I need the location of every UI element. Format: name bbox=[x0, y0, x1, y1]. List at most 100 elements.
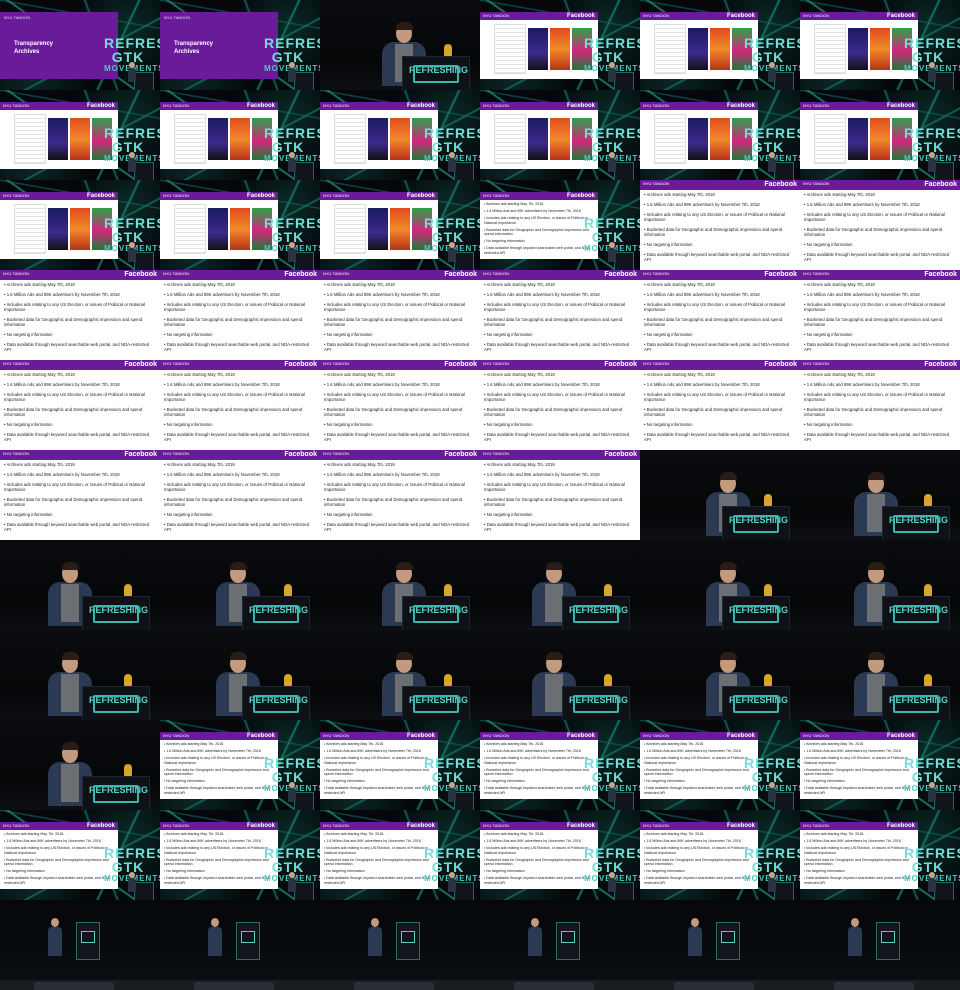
slide-bullet: Includes ads relating to any US Election… bbox=[484, 482, 636, 492]
slide-header-bar: NYU TANDON Facebook bbox=[800, 102, 918, 110]
slide-bullets: Archives ads starting May 7th, 2018 1.6 M… bbox=[640, 830, 758, 890]
tiny-speaker bbox=[288, 782, 296, 802]
slide-bullet: 1.6 Million Ads and 89K advertisers by N… bbox=[484, 209, 594, 213]
podium: REFRESHING bbox=[242, 596, 310, 630]
slide-bullet: Data available through keyword searchabl… bbox=[484, 786, 594, 794]
slide-bullet: 1.6 Million Ads and 89K advertisers by N… bbox=[164, 472, 316, 477]
facebook-slide: NYU TANDONFacebookArchives ads starting … bbox=[800, 822, 918, 889]
tiny-speaker bbox=[928, 152, 936, 172]
event-logo: REFRESHINGGTKMOVEMENTS bbox=[104, 846, 160, 883]
tiny-podium bbox=[614, 882, 634, 900]
slide-bullet: Includes ads relating to any US Election… bbox=[164, 392, 316, 402]
facebook-photo-slide: NYU TANDON Facebook bbox=[640, 102, 758, 169]
podium: REFRESHING bbox=[242, 686, 310, 720]
facebook-slide: NYU TANDONFacebookArchives ads starting … bbox=[640, 732, 758, 799]
slide-bullet: 1.6 Million Ads and 89K advertisers by N… bbox=[804, 202, 956, 207]
video-frame: REFRESHING bbox=[480, 540, 640, 630]
slide-bullet: No targeting information bbox=[164, 332, 316, 337]
slide-brand: NYU TANDON bbox=[323, 451, 350, 456]
facebook-slide: NYU TANDONFacebookArchives ads starting … bbox=[320, 270, 480, 359]
slide-bullets: Archives ads starting May 7th, 2018 1.6 M… bbox=[800, 740, 918, 800]
video-frame: NYU TANDONFacebookArchives ads starting … bbox=[640, 270, 800, 360]
video-frame: NYU TANDONFacebookArchives ads starting … bbox=[480, 450, 640, 540]
slide-brand: NYU TANDON bbox=[643, 271, 670, 276]
slide-bullets: Archives ads starting May 7th, 2018 1.6 M… bbox=[480, 200, 598, 260]
podium: REFRESHING bbox=[722, 506, 790, 540]
slide-bullet: Includes ads relating to any US Election… bbox=[644, 302, 796, 312]
slide-bullet: Data available through keyword searchabl… bbox=[484, 246, 594, 254]
video-frame: REFRESHING bbox=[0, 720, 160, 810]
speaker-hair bbox=[229, 562, 247, 570]
podium-wide bbox=[396, 922, 420, 960]
video-frame: NYU TANDON Transparency Archives REFRESHING… bbox=[160, 0, 320, 90]
slide-bullets: Archives ads starting May 7th, 2018 1.6 M… bbox=[480, 280, 640, 359]
slide-bullet: Bucketed data for Geographic and Demogra… bbox=[484, 228, 594, 236]
slide-title: Transparency Archives bbox=[14, 40, 53, 56]
slide-bullet: Includes ads relating to any US Election… bbox=[804, 212, 956, 222]
ad-image bbox=[390, 118, 410, 160]
slide-brand: NYU TANDON bbox=[163, 271, 190, 276]
slide-bullets: Archives ads starting May 7th, 2018 1.6 M… bbox=[160, 280, 320, 359]
event-logo: REFRESHINGGTKMOVEMENTS bbox=[744, 846, 800, 883]
video-frame: NYU TANDONFacebookArchives ads starting … bbox=[640, 720, 800, 810]
slide-bullet: Data available through keyword searchabl… bbox=[4, 876, 114, 884]
slide-bullet: Includes ads relating to any US Election… bbox=[484, 846, 594, 854]
video-frame bbox=[320, 900, 480, 990]
facebook-slide: NYU TANDONFacebookArchives ads starting … bbox=[640, 180, 800, 269]
slide-bullet: Archives ads starting May 7th, 2018 bbox=[484, 462, 636, 467]
archive-screenshot bbox=[174, 114, 206, 164]
event-logo-line2: GTK bbox=[271, 859, 305, 875]
event-logo: REFRESHINGGTKMOVEMENTS bbox=[584, 36, 640, 73]
facebook-photo-slide: NYU TANDON Facebook bbox=[800, 102, 918, 169]
slide-bullet: Bucketed data for Geographic and Demogra… bbox=[4, 407, 156, 417]
slide-heading: Facebook bbox=[406, 733, 435, 739]
video-frame bbox=[0, 900, 160, 990]
slide-heading: Facebook bbox=[246, 733, 275, 739]
slide-bullets: Archives ads starting May 7th, 2018 1.6 M… bbox=[800, 830, 918, 890]
slide-header-bar: NYU TANDON Facebook bbox=[320, 822, 438, 830]
event-logo-line2: GTK bbox=[111, 139, 145, 155]
video-frame: NYU TANDONFacebookArchives ads starting … bbox=[800, 270, 960, 360]
slide-brand: NYU TANDON bbox=[323, 271, 350, 276]
slide-bullet: Archives ads starting May 7th, 2018 bbox=[644, 282, 796, 287]
speaker-hair bbox=[545, 562, 563, 570]
event-logo-line2: GTK bbox=[431, 229, 465, 245]
slide-bullet: 1.6 Million Ads and 89K advertisers by N… bbox=[324, 472, 476, 477]
tiny-podium bbox=[774, 792, 794, 810]
video-frame: REFRESHING bbox=[160, 630, 320, 720]
slide-bullet: Includes ads relating to any US Election… bbox=[4, 846, 114, 854]
slide-bullet: 1.6 Million Ads and 89K advertisers by N… bbox=[484, 382, 636, 387]
slide-bullet: Archives ads starting May 7th, 2018 bbox=[164, 462, 316, 467]
ad-image bbox=[230, 118, 250, 160]
slide-header-bar: NYU TANDON Facebook bbox=[320, 270, 480, 280]
slide-bullets: Archives ads starting May 7th, 2018 1.6 M… bbox=[0, 830, 118, 890]
slide-bullet: Includes ads relating to any US Election… bbox=[644, 756, 754, 764]
slide-bullet: Includes ads relating to any US Election… bbox=[4, 302, 156, 312]
slide-bullet: No targeting information bbox=[164, 779, 274, 783]
facebook-photo-slide: NYU TANDON Facebook bbox=[320, 102, 438, 169]
slide-heading: Facebook bbox=[566, 103, 595, 109]
slide-bullet: Includes ads relating to any US Election… bbox=[804, 846, 914, 854]
slide-brand: NYU TANDON bbox=[3, 193, 30, 198]
event-logo: REFRESHINGGTKMOVEMENTS bbox=[904, 846, 960, 883]
slide-bullet: Includes ads relating to any US Election… bbox=[324, 482, 476, 492]
slide-bullet: Bucketed data for Geographic and Demogra… bbox=[804, 768, 914, 776]
speaker-hair bbox=[61, 652, 79, 660]
slide-bullets: Archives ads starting May 7th, 2018 1.6 M… bbox=[640, 370, 800, 449]
stage-sign-graphic bbox=[573, 605, 619, 623]
event-logo: REFRESHINGGTKMOVEMENTS bbox=[904, 756, 960, 793]
facebook-slide: NYU TANDONFacebookArchives ads starting … bbox=[320, 822, 438, 889]
slide-bullets: Archives ads starting May 7th, 2018 1.6 M… bbox=[160, 830, 278, 890]
event-logo-line2: GTK bbox=[271, 139, 305, 155]
video-frame: NYU TANDONFacebookArchives ads starting … bbox=[320, 810, 480, 900]
ad-image bbox=[688, 118, 708, 160]
slide-header-bar: NYU TANDON Facebook bbox=[160, 102, 278, 110]
slide-heading: Facebook bbox=[566, 13, 595, 19]
slide-header-bar: NYU TANDON Facebook bbox=[800, 732, 918, 740]
slide-bullet: Archives ads starting May 7th, 2018 bbox=[4, 372, 156, 377]
video-frame: NYU TANDONFacebookArchives ads starting … bbox=[480, 810, 640, 900]
event-logo-line2: GTK bbox=[751, 49, 785, 65]
slide-heading: Facebook bbox=[124, 271, 157, 278]
slide-bullet: 1.6 Million Ads and 89K advertisers by N… bbox=[4, 382, 156, 387]
tiny-speaker bbox=[608, 242, 616, 262]
